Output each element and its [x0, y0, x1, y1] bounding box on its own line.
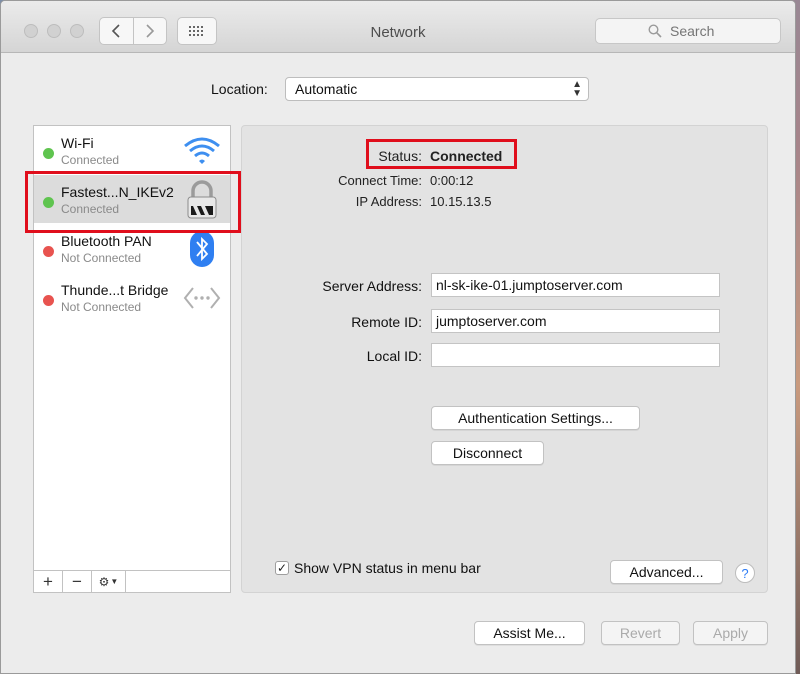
minimize-window-button[interactable]: [47, 24, 61, 38]
gear-icon: ⚙: [98, 574, 110, 589]
chevron-down-icon: ▼: [110, 577, 119, 586]
apply-button[interactable]: Apply: [693, 621, 768, 645]
title-bar: Network: [1, 1, 795, 53]
selected-service-highlight: [25, 171, 241, 233]
advanced-button[interactable]: Advanced...: [610, 560, 723, 584]
chevron-right-icon: [146, 24, 154, 38]
ip-address-label: IP Address:: [355, 194, 422, 209]
zoom-window-button[interactable]: [70, 24, 84, 38]
location-label: Location:: [211, 81, 268, 97]
service-status: Not Connected: [61, 300, 142, 314]
service-name: Bluetooth PAN: [61, 233, 152, 249]
help-button[interactable]: ?: [735, 563, 755, 583]
authentication-settings-button[interactable]: Authentication Settings...: [431, 406, 640, 430]
remote-id-label: Remote ID:: [351, 314, 422, 330]
search-field[interactable]: [595, 18, 781, 44]
revert-button[interactable]: Revert: [601, 621, 680, 645]
forward-button[interactable]: [132, 18, 167, 44]
assist-me-button[interactable]: Assist Me...: [474, 621, 585, 645]
service-details-panel: Status: Connected Connect Time: 0:00:12 …: [241, 125, 768, 593]
location-select[interactable]: Automatic ▲ ▼: [285, 77, 589, 101]
add-service-button[interactable]: +: [34, 571, 63, 592]
up-down-arrows-icon: ▲ ▼: [572, 79, 582, 99]
server-address-field[interactable]: nl-sk-ike-01.jumptoserver.com: [431, 273, 720, 297]
search-input[interactable]: [668, 22, 728, 40]
thunderbolt-bridge-icon: [182, 279, 222, 317]
service-name: Thunde...t Bridge: [61, 282, 169, 298]
back-button[interactable]: [100, 18, 133, 44]
service-list-controls: + − ⚙ ▼: [34, 570, 230, 592]
chevron-left-icon: [112, 24, 120, 38]
service-status: Connected: [61, 153, 120, 167]
grid-icon: [189, 26, 203, 36]
close-window-button[interactable]: [24, 24, 38, 38]
server-address-label: Server Address:: [322, 278, 422, 294]
remove-service-button[interactable]: −: [63, 571, 92, 592]
connect-time-value: 0:00:12: [430, 173, 474, 188]
connect-time-label: Connect Time:: [338, 173, 422, 188]
navigation-buttons: [99, 17, 167, 45]
service-actions-button[interactable]: ⚙ ▼: [92, 571, 126, 592]
wifi-icon: [182, 132, 222, 170]
status-dot: [43, 148, 54, 159]
show-vpn-status-checkbox[interactable]: ✓: [275, 561, 289, 575]
service-name: Wi-Fi: [61, 135, 94, 151]
show-vpn-status-label: Show VPN status in menu bar: [294, 560, 481, 576]
remote-id-field[interactable]: jumptoserver.com: [431, 309, 720, 333]
network-preferences-window: Network Location: Automatic ▲▼ Wi-Fi Con…: [0, 0, 796, 674]
status-highlight: [366, 139, 517, 169]
status-dot: [43, 295, 54, 306]
ip-address-value: 10.15.13.5: [430, 194, 492, 209]
disconnect-button[interactable]: Disconnect: [431, 441, 544, 465]
service-status: Not Connected: [61, 251, 142, 265]
local-id-label: Local ID:: [366, 348, 422, 364]
bluetooth-icon: [182, 230, 222, 268]
status-dot: [43, 246, 54, 257]
location-value: Automatic: [295, 81, 358, 97]
service-item-wifi[interactable]: Wi-Fi Connected: [34, 126, 230, 174]
local-id-field[interactable]: [431, 343, 720, 367]
show-all-button[interactable]: [177, 17, 217, 45]
search-icon: [648, 24, 662, 38]
service-item-thunderbolt-bridge[interactable]: Thunde...t Bridge Not Connected: [34, 273, 230, 321]
